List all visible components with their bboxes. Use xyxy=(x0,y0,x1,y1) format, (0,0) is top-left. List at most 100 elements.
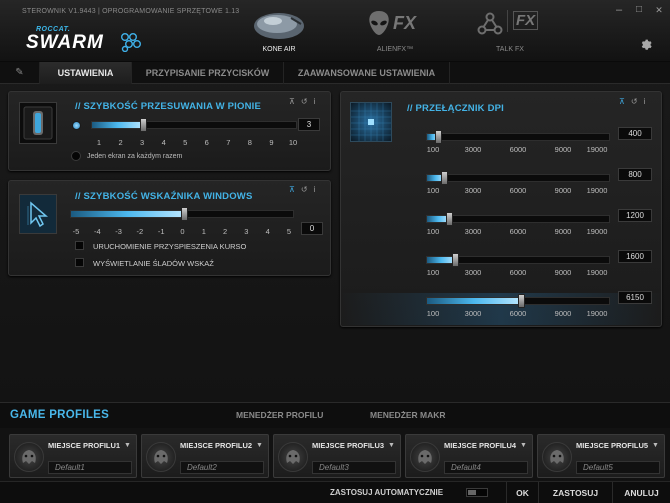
slider-knob[interactable] xyxy=(440,171,448,185)
pointer-speed-value[interactable]: 0 xyxy=(301,222,323,235)
profile-slot-name: MIEJSCE PROFILU3 xyxy=(312,441,385,450)
dpi-level-row: 100 3000 6000 9000 19000 1200 xyxy=(341,209,661,243)
chevron-down-icon[interactable]: ▼ xyxy=(520,442,527,449)
info-icon[interactable]: i xyxy=(644,97,646,106)
profile-name-input[interactable]: Default5 xyxy=(576,461,660,474)
chevron-down-icon[interactable]: ▼ xyxy=(256,442,263,449)
slider-fill xyxy=(427,257,455,263)
divider xyxy=(507,10,508,32)
minimize-button[interactable]: – xyxy=(612,4,626,16)
tab-profile-manager[interactable]: MENEDŻER PROFILU xyxy=(236,410,323,420)
close-button[interactable]: ✕ xyxy=(652,4,666,16)
profile-name-input[interactable]: Default4 xyxy=(444,461,528,474)
gear-icon[interactable] xyxy=(640,38,653,51)
profile-name-input[interactable]: Default1 xyxy=(48,461,132,474)
header-tab-label: TALK FX xyxy=(496,46,524,53)
reset-icon[interactable]: ↺ xyxy=(301,185,308,194)
header-tab-label: ALIENFX™ xyxy=(376,46,414,53)
ok-button[interactable]: OK xyxy=(506,482,538,503)
radio-slider-mode[interactable] xyxy=(72,121,81,130)
dpi-slider[interactable] xyxy=(426,294,610,308)
windows-pointer-panel: // SZYBKOŚĆ WSKAŹNIKA WINDOWS ⊼ ↺ i -5 -4 -3… xyxy=(8,180,331,276)
tick-label: 3 xyxy=(244,227,249,236)
pointer-trails-checkbox[interactable] xyxy=(75,258,84,267)
chevron-down-icon[interactable]: ▼ xyxy=(652,442,659,449)
tick-label: 10 xyxy=(288,138,298,147)
chevron-down-icon[interactable]: ▼ xyxy=(124,442,131,449)
apply-button[interactable]: ZASTOSUJ xyxy=(538,482,612,503)
panel-tools: ⊼ ↺ i xyxy=(289,97,315,106)
profile-slot[interactable]: MIEJSCE PROFILU3 ▼ Default3 xyxy=(273,434,401,478)
tick-label: 9000 xyxy=(554,145,572,154)
maximize-button[interactable]: □ xyxy=(632,4,646,16)
dpi-slider[interactable] xyxy=(426,171,610,185)
acceleration-label: URUCHOMIENIE PRZYSPIESZENIA KURSO xyxy=(93,242,247,251)
header-tab-kone-air[interactable]: KONE AIR xyxy=(224,6,334,56)
tab-ustawienia[interactable]: USTAWIENIA xyxy=(40,62,132,84)
pin-icon[interactable]: ⊼ xyxy=(619,97,625,106)
tab-macro-manager[interactable]: MENEDŻER MAKR xyxy=(370,410,446,420)
tick-label: 100 xyxy=(426,268,440,277)
auto-apply-toggle[interactable] xyxy=(466,488,488,497)
dpi-level-row: 100 3000 6000 9000 19000 6150 xyxy=(341,291,661,325)
panel-title: // PRZEŁĄCZNIK DPI xyxy=(407,103,505,114)
profile-slot[interactable]: MIEJSCE PROFILU4 ▼ Default4 xyxy=(405,434,533,478)
vertical-scroll-value[interactable]: 3 xyxy=(298,118,320,131)
dpi-level-row: 100 3000 6000 9000 19000 400 xyxy=(341,127,661,161)
pin-icon[interactable]: ⊼ xyxy=(289,185,295,194)
slider-knob[interactable] xyxy=(140,118,148,132)
cancel-button[interactable]: ANULUJ xyxy=(612,482,670,503)
vertical-scroll-slider[interactable] xyxy=(91,118,297,132)
info-icon[interactable]: i xyxy=(314,97,316,106)
slider-knob[interactable] xyxy=(180,207,188,221)
reset-icon[interactable]: ↺ xyxy=(301,97,308,106)
slider-fill xyxy=(71,211,184,217)
dpi-value[interactable]: 1200 xyxy=(618,209,652,222)
radio-one-screen[interactable] xyxy=(71,151,81,161)
tick-label: 6000 xyxy=(509,309,527,318)
dpi-slider[interactable] xyxy=(426,253,610,267)
reset-icon[interactable]: ↺ xyxy=(631,97,638,106)
slider-knob[interactable] xyxy=(518,294,526,308)
profile-name-input[interactable]: Default2 xyxy=(180,461,264,474)
pointer-thumbnail xyxy=(19,194,57,234)
dpi-slider[interactable] xyxy=(426,212,610,226)
acceleration-checkbox[interactable] xyxy=(75,241,84,250)
tick-label: 3 xyxy=(140,138,145,147)
dpi-slider[interactable] xyxy=(426,130,610,144)
app-window: STEROWNIK V1.9443 | OPROGRAMOWANIE SPRZĘ… xyxy=(0,0,670,503)
roccat-avatar-icon xyxy=(410,442,440,472)
header-tab-alienfx[interactable]: FX ALIENFX™ xyxy=(340,6,450,56)
footer: ZASTOSUJ AUTOMATYCZNIE OK ZASTOSUJ ANULU… xyxy=(0,481,670,503)
pin-icon[interactable]: ✎ xyxy=(0,62,40,84)
profile-slot[interactable]: MIEJSCE PROFILU1 ▼ Default1 xyxy=(9,434,137,478)
tab-zaawansowane-ustawienia[interactable]: ZAAWANSOWANE USTAWIENIA xyxy=(284,62,450,84)
profile-slot[interactable]: MIEJSCE PROFILU5 ▼ Default5 xyxy=(537,434,665,478)
info-icon[interactable]: i xyxy=(314,185,316,194)
alien-fx-icon: FX xyxy=(365,8,425,38)
dpi-value[interactable]: 1600 xyxy=(618,250,652,263)
pointer-speed-slider[interactable] xyxy=(70,207,294,221)
pin-icon[interactable]: ⊼ xyxy=(289,97,295,106)
slider-knob[interactable] xyxy=(446,212,454,226)
tab-przypisanie-przyciskow[interactable]: PRZYPISANIE PRZYCISKÓW xyxy=(132,62,284,84)
dpi-value[interactable]: 400 xyxy=(618,127,652,140)
profile-name-input[interactable]: Default3 xyxy=(312,461,396,474)
tick-label: 100 xyxy=(426,186,440,195)
mouse-icon xyxy=(254,13,304,39)
talk-fx-icon: FX xyxy=(475,8,545,38)
dpi-value[interactable]: 800 xyxy=(618,168,652,181)
tick-label: 2 xyxy=(118,138,123,147)
header-tab-label: KONE AIR xyxy=(262,46,296,53)
dpi-level-row: 100 3000 6000 9000 19000 1600 xyxy=(341,250,661,284)
slider-knob[interactable] xyxy=(451,253,459,267)
talk-fx-text: FX xyxy=(513,11,539,30)
dpi-value[interactable]: 6150 xyxy=(618,291,652,304)
tick-label: 6000 xyxy=(509,227,527,236)
tick-label: 9000 xyxy=(554,227,572,236)
chevron-down-icon[interactable]: ▼ xyxy=(388,442,395,449)
panel-title: // SZYBKOŚĆ WSKAŹNIKA WINDOWS xyxy=(75,191,253,202)
slider-knob[interactable] xyxy=(435,130,443,144)
header-tab-talk-fx[interactable]: FX TALK FX xyxy=(455,6,565,56)
profile-slot[interactable]: MIEJSCE PROFILU2 ▼ Default2 xyxy=(141,434,269,478)
